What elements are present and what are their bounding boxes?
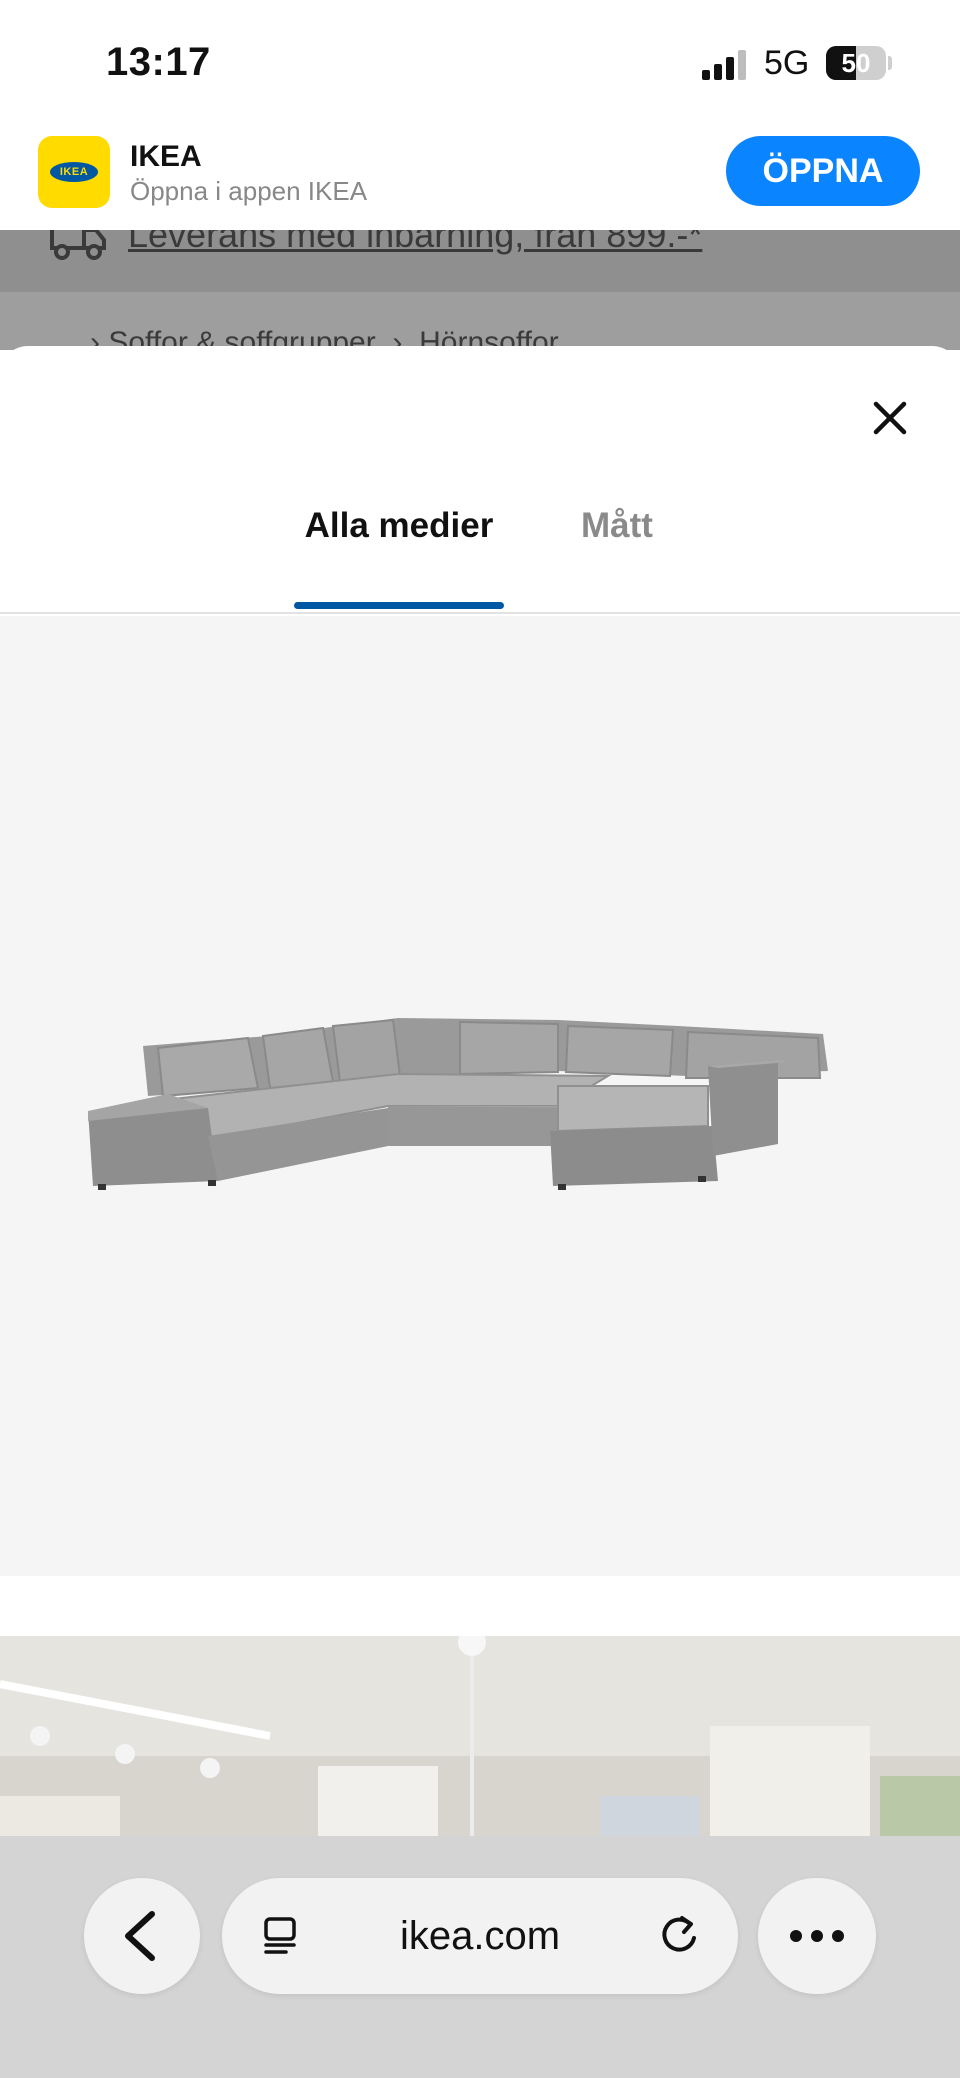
browser-toolbar: ikea.com xyxy=(0,1836,960,2078)
ikea-app-logo: IKEA xyxy=(38,136,110,208)
open-app-button[interactable]: ÖPPNA xyxy=(726,136,920,206)
room-scene-image xyxy=(0,1636,960,1836)
tab-all-media[interactable]: Alla medier xyxy=(294,486,504,612)
app-banner: IKEA IKEA Öppna i appen IKEA ÖPPNA xyxy=(0,128,960,230)
status-time: 13:17 xyxy=(106,40,211,84)
media-tabs: Alla medier Mått xyxy=(0,486,960,614)
app-subtitle: Öppna i appen IKEA xyxy=(130,176,368,206)
battery-icon: 50 xyxy=(826,46,886,80)
battery-nub xyxy=(888,56,892,70)
status-bar: 13:17 5G 50 xyxy=(0,0,960,128)
product-image-room[interactable] xyxy=(0,1636,960,1836)
more-icon xyxy=(790,1930,844,1942)
address-bar[interactable]: ikea.com xyxy=(222,1878,738,1994)
signal-icon xyxy=(702,50,746,80)
media-sheet: Alla medier Mått xyxy=(0,346,960,1836)
battery-level: 50 xyxy=(841,48,871,78)
truck-icon xyxy=(50,230,106,260)
more-button[interactable] xyxy=(758,1878,876,1994)
app-name: IKEA xyxy=(130,140,202,173)
back-icon xyxy=(125,1911,155,1961)
corner-sofa-image xyxy=(88,1018,828,1190)
back-button[interactable] xyxy=(84,1878,200,1994)
background-page-overlay: Leverans med inbärning, från 899.-* › So… xyxy=(0,230,960,350)
tab-selected-indicator xyxy=(294,602,504,609)
product-image[interactable] xyxy=(0,616,960,1576)
logo-text: IKEA xyxy=(59,166,89,178)
reload-icon[interactable] xyxy=(660,1914,702,1956)
network-label: 5G xyxy=(764,44,810,82)
tab-dimensions[interactable]: Mått xyxy=(556,486,678,612)
delivery-strip: Leverans med inbärning, från 899.-* xyxy=(0,230,960,292)
delivery-link[interactable]: Leverans med inbärning, från 899.-* xyxy=(128,230,702,256)
close-icon[interactable] xyxy=(866,394,914,442)
